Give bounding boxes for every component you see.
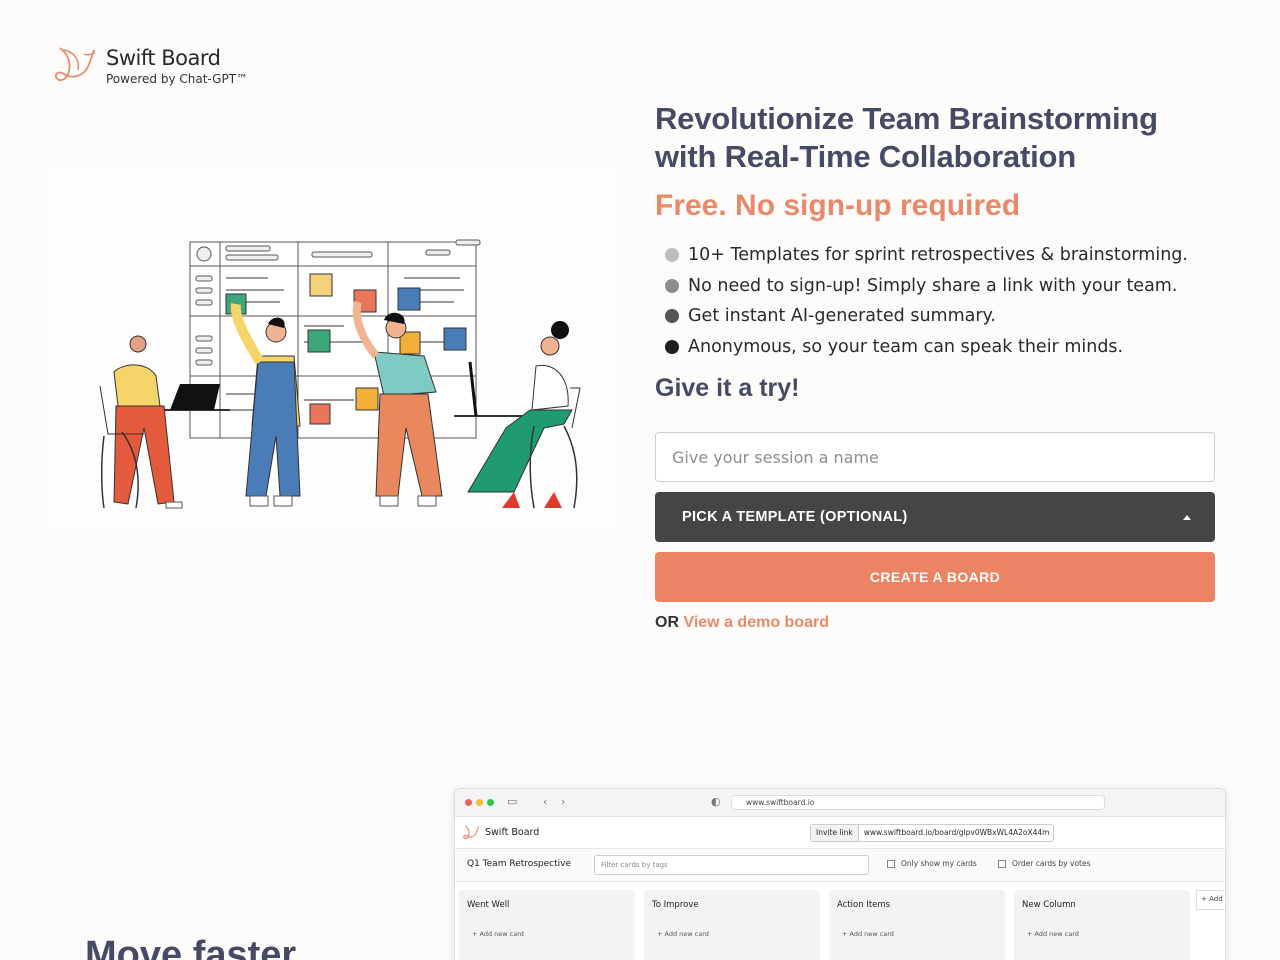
hero-content: Revolutionize Team Brainstorming with Re… bbox=[655, 100, 1215, 403]
section-heading: Move faster bbox=[85, 934, 297, 960]
feature-item: No need to sign-up! Simply share a link … bbox=[655, 271, 1215, 302]
caret-up-icon bbox=[1183, 514, 1191, 520]
preview-add-column: + Add bbox=[1196, 890, 1225, 910]
feature-item: 10+ Templates for sprint retrospectives … bbox=[655, 240, 1215, 271]
preview-board-title: Q1 Team Retrospective bbox=[467, 859, 572, 869]
window-minimize-icon bbox=[476, 799, 483, 806]
browser-chrome: ▭ ‹ › ◐ www.swiftboard.io bbox=[455, 789, 1225, 817]
preview-columns: Went Well + Add new card To Improve + Add … bbox=[455, 882, 1225, 960]
hero-headline: Revolutionize Team Brainstorming with Re… bbox=[655, 100, 1215, 176]
brand-name: Swift Board bbox=[106, 46, 221, 70]
shield-icon: ◐ bbox=[711, 795, 721, 808]
preview-app-header: Swift Board Invite link www.swiftboard.i… bbox=[455, 817, 1225, 849]
window-close-icon bbox=[465, 799, 472, 806]
cta-heading: Give it a try! bbox=[655, 374, 800, 402]
bullet-dot-icon bbox=[665, 278, 679, 293]
create-board-label: CREATE A BOARD bbox=[869, 569, 1001, 585]
preview-column: Action Items + Add new card bbox=[829, 890, 1005, 960]
hero-subhead: Free. No sign-up required bbox=[655, 189, 1021, 222]
team-board-illustration bbox=[99, 239, 581, 509]
feature-text: Get instant AI-generated summary. bbox=[688, 306, 996, 327]
feature-item: Get instant AI-generated summary. bbox=[655, 301, 1215, 332]
invite-label: Invite link bbox=[811, 825, 859, 841]
preview-column: To Improve + Add new card bbox=[644, 890, 820, 960]
headline-line-2: with Real-Time Collaboration bbox=[655, 139, 1076, 174]
hero-illustration bbox=[44, 166, 620, 526]
feature-text: Anonymous, so your team can speak their … bbox=[688, 336, 1124, 357]
sidebar-icon: ▭ bbox=[507, 795, 518, 808]
preview-toolbar: Q1 Team Retrospective Filter cards by ta… bbox=[455, 849, 1225, 882]
or-text: OR bbox=[655, 614, 679, 631]
invite-url: www.swiftboard.io/board/glpv0WBxWL4A2oX4… bbox=[863, 828, 1050, 837]
window-maximize-icon bbox=[487, 799, 494, 806]
feature-list: 10+ Templates for sprint retrospectives … bbox=[655, 240, 1215, 362]
template-dropdown-button[interactable]: PICK A TEMPLATE (OPTIONAL) bbox=[655, 492, 1215, 542]
back-arrow-icon: ‹ bbox=[543, 795, 548, 808]
bullet-dot-icon bbox=[665, 309, 679, 324]
forward-arrow-icon: › bbox=[561, 795, 566, 808]
demo-link-line: OR View a demo board bbox=[655, 614, 829, 632]
bullet-dot-icon bbox=[665, 248, 679, 263]
bullet-dot-icon bbox=[665, 339, 679, 354]
preview-option-my-cards: Only show my cards bbox=[887, 859, 977, 868]
preview-filter-input: Filter cards by tags bbox=[594, 855, 869, 875]
headline-line-1: Revolutionize Team Brainstorming bbox=[655, 101, 1158, 136]
brand-tagline: Powered by Chat-GPT™ bbox=[106, 72, 249, 87]
preview-column: Went Well + Add new card bbox=[459, 890, 635, 960]
feature-text: No need to sign-up! Simply share a link … bbox=[688, 275, 1178, 296]
view-demo-board-link[interactable]: View a demo board bbox=[683, 614, 829, 631]
brand-logo[interactable]: Swift Board Powered by Chat-GPT™ bbox=[54, 44, 248, 86]
template-dropdown-label: PICK A TEMPLATE (OPTIONAL) bbox=[682, 509, 908, 525]
preview-option-order-votes: Order cards by votes bbox=[998, 859, 1091, 868]
feature-text: 10+ Templates for sprint retrospectives … bbox=[688, 245, 1188, 266]
bird-logo-icon bbox=[54, 47, 96, 81]
invite-link-box: Invite link www.swiftboard.io/board/glpv… bbox=[810, 824, 1054, 842]
address-bar: www.swiftboard.io bbox=[731, 795, 1105, 810]
preview-column: New Column + Add new card bbox=[1014, 890, 1190, 960]
preview-app-name: Swift Board bbox=[485, 827, 540, 838]
bird-logo-icon bbox=[463, 825, 480, 839]
session-name-input[interactable] bbox=[655, 432, 1215, 482]
create-board-button[interactable]: CREATE A BOARD bbox=[655, 552, 1215, 602]
feature-item: Anonymous, so your team can speak their … bbox=[655, 332, 1215, 363]
app-preview-screenshot: ▭ ‹ › ◐ www.swiftboard.io Swift Board In… bbox=[454, 788, 1226, 960]
